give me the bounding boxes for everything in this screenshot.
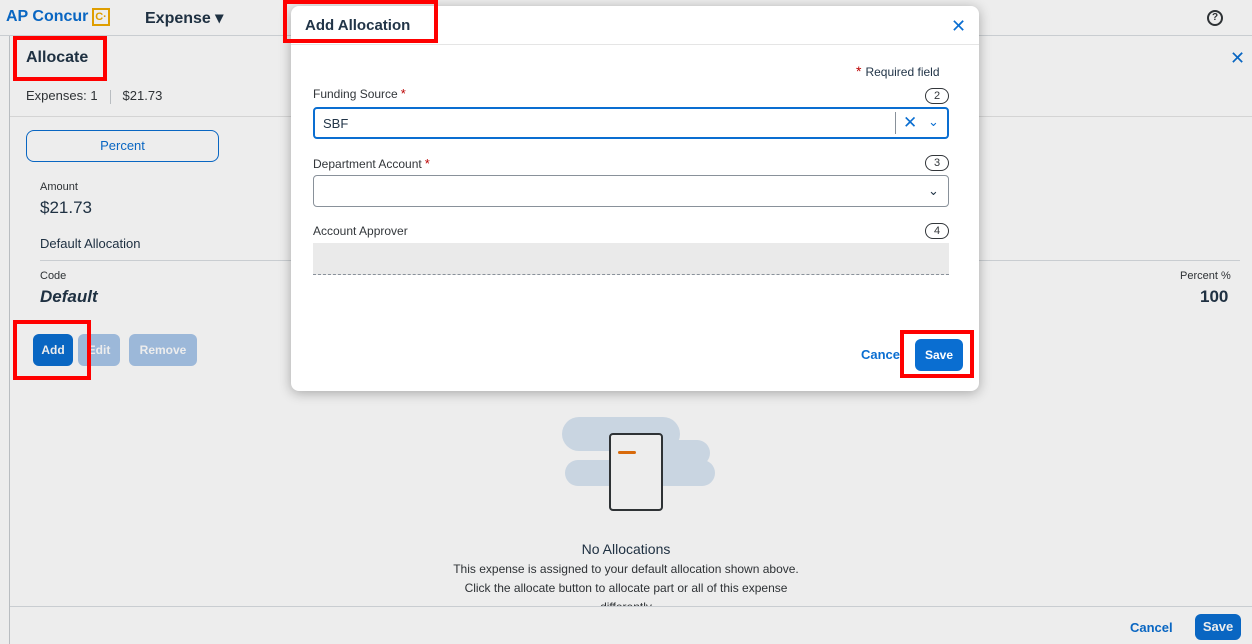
- close-icon[interactable]: ✕: [951, 16, 966, 37]
- department-account-label: Department Account *: [313, 156, 430, 171]
- funding-source-combobox[interactable]: SBF ✕ ⌄: [313, 107, 949, 139]
- cancel-button[interactable]: Cance: [861, 347, 900, 362]
- required-field-note: * Required field: [856, 63, 940, 79]
- funding-source-value[interactable]: SBF: [323, 116, 348, 131]
- clear-icon[interactable]: ✕: [903, 113, 917, 133]
- account-approver-field: [313, 243, 949, 275]
- department-account-combobox[interactable]: ⌄: [313, 175, 949, 207]
- required-star-icon: *: [856, 63, 862, 79]
- funding-source-label: Funding Source *: [313, 86, 406, 101]
- highlight-box-dialog-title: [283, 0, 438, 43]
- funding-source-label-text: Funding Source: [313, 87, 398, 101]
- divider: [895, 112, 896, 134]
- add-allocation-dialog: Add Allocation ✕ * Required field Funding…: [291, 6, 979, 391]
- required-note-text: Required field: [865, 65, 940, 79]
- highlight-box-add-button: [13, 320, 91, 380]
- chevron-down-icon[interactable]: ⌄: [928, 183, 939, 199]
- chevron-down-icon[interactable]: ⌄: [928, 114, 939, 130]
- department-account-label-text: Department Account: [313, 157, 422, 171]
- step-badge: 4: [925, 223, 949, 239]
- highlight-box-save-button: [900, 330, 974, 378]
- account-approver-label-text: Account Approver: [313, 224, 408, 238]
- divider: [291, 44, 979, 45]
- step-badge: 3: [925, 155, 949, 171]
- required-star-icon: *: [424, 156, 430, 171]
- account-approver-label: Account Approver: [313, 224, 408, 238]
- required-star-icon: *: [400, 86, 406, 101]
- step-badge: 2: [925, 88, 949, 104]
- highlight-box-allocate-title: [13, 36, 107, 81]
